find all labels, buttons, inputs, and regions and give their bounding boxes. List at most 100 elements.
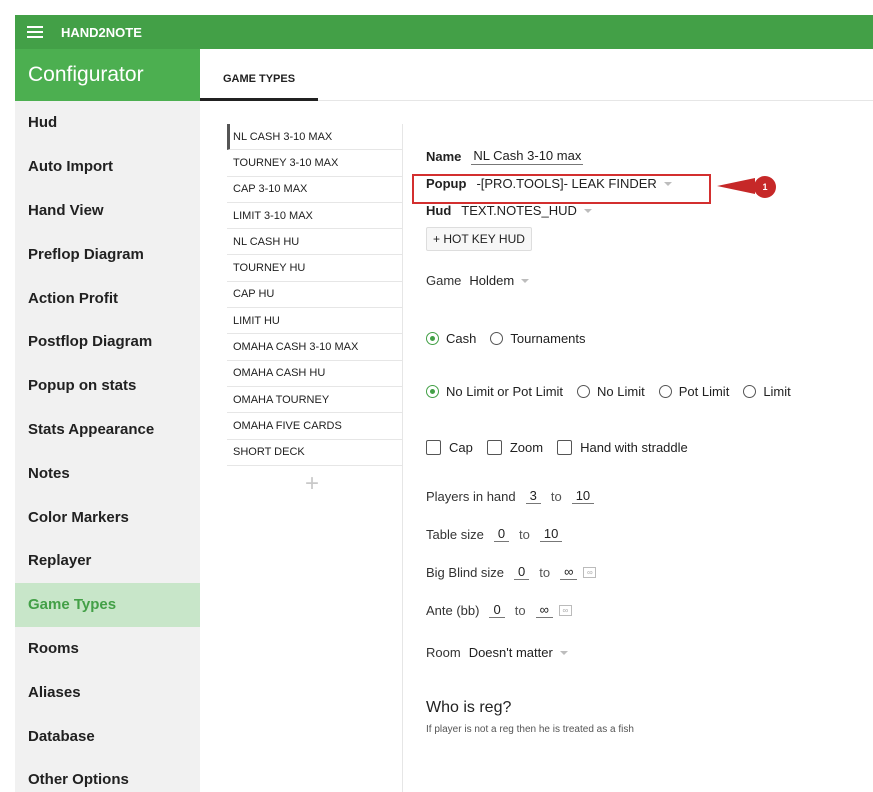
sidebar-item-database[interactable]: Database xyxy=(15,714,200,758)
zoom-checkbox[interactable] xyxy=(486,440,502,455)
popup-value: -[PRO.TOOLS]- LEAK FINDER xyxy=(476,176,657,191)
game-type-item[interactable]: NL CASH 3-10 MAX xyxy=(227,124,402,151)
ante-min-input[interactable]: 0 xyxy=(489,602,505,618)
sidebar-item-rooms[interactable]: Rooms xyxy=(15,627,200,671)
sidebar-item-replayer[interactable]: Replayer xyxy=(15,539,200,583)
game-format-radio-group: Cash Tournaments xyxy=(426,331,600,346)
players-in-hand-min-input[interactable]: 3 xyxy=(525,488,541,504)
room-value: Doesn't matter xyxy=(468,645,553,660)
sidebar-item-hud[interactable]: Hud xyxy=(15,101,200,145)
sidebar-item-auto-import[interactable]: Auto Import xyxy=(15,145,200,189)
sidebar-item-other-options[interactable]: Other Options xyxy=(15,758,200,792)
popup-label: Popup xyxy=(426,176,467,191)
cash-radio-option[interactable]: Cash xyxy=(426,331,476,346)
sidebar-item-notes[interactable]: Notes xyxy=(15,451,200,495)
name-field[interactable]: NL Cash 3-10 max xyxy=(471,148,584,165)
game-row: Game Holdem xyxy=(426,273,530,288)
popup-row: Popup -[PRO.TOOLS]- LEAK FINDER xyxy=(426,176,672,191)
cap-label: Cap xyxy=(449,440,473,455)
game-label: Game xyxy=(426,273,462,288)
sidebar-item-postflop-diagram[interactable]: Postflop Diagram xyxy=(15,320,200,364)
radio-unselected-icon[interactable] xyxy=(577,385,591,398)
game-type-item[interactable]: SHORT DECK xyxy=(227,440,402,466)
zoom-checkbox-option[interactable]: Zoom xyxy=(486,440,544,455)
game-type-item[interactable]: OMAHA CASH HU xyxy=(227,361,402,387)
sidebar-item-preflop-diagram[interactable]: Preflop Diagram xyxy=(15,232,200,276)
chevron-down-icon xyxy=(559,650,568,655)
big-blind-min-input[interactable]: 0 xyxy=(514,564,530,580)
sidebar-item-hand-view[interactable]: Hand View xyxy=(15,189,200,233)
infinity-icon[interactable]: ∞ xyxy=(583,566,597,578)
game-type-item[interactable]: TOURNEY HU xyxy=(227,255,402,282)
room-dropdown[interactable]: Doesn't matter xyxy=(469,645,568,660)
game-type-item[interactable]: OMAHA FIVE CARDS xyxy=(227,413,402,440)
zoom-label: Zoom xyxy=(509,440,544,455)
infinity-icon[interactable]: ∞ xyxy=(558,604,572,616)
ante-row: Ante (bb) 0 to ∞ ∞ xyxy=(426,602,572,618)
top-bar: HAND2NOTE xyxy=(15,15,873,49)
no-limit-label: No Limit xyxy=(597,384,645,399)
tab-game-types[interactable]: GAME TYPES xyxy=(200,60,318,101)
name-label: Name xyxy=(426,149,462,164)
radio-selected-icon[interactable] xyxy=(426,385,439,398)
ante-max-input[interactable]: ∞ xyxy=(535,602,553,618)
big-blind-max-input[interactable]: ∞ xyxy=(560,564,578,580)
table-size-row: Table size 0 to 10 xyxy=(426,526,564,542)
table-size-max-input[interactable]: 10 xyxy=(539,526,563,542)
straddle-label: Hand with straddle xyxy=(580,440,688,455)
table-size-min-input[interactable]: 0 xyxy=(493,526,510,542)
game-type-item[interactable]: LIMIT 3-10 MAX xyxy=(227,203,402,230)
game-type-item[interactable]: OMAHA TOURNEY xyxy=(227,387,402,414)
table-size-label: Table size xyxy=(426,526,484,542)
sidebar: Configurator Hud Auto Import Hand View P… xyxy=(15,49,200,792)
cap-checkbox-option[interactable]: Cap xyxy=(426,440,473,455)
who-is-reg-hint-row: If player is not a reg then he is treate… xyxy=(426,724,634,735)
hot-key-hud-button[interactable]: + HOT KEY HUD xyxy=(426,227,532,251)
radio-selected-icon[interactable] xyxy=(426,332,439,345)
sidebar-item-color-markers[interactable]: Color Markers xyxy=(15,495,200,539)
sidebar-item-aliases[interactable]: Aliases xyxy=(15,670,200,714)
add-game-type-icon[interactable]: + xyxy=(305,472,319,496)
sidebar-item-stats-appearance[interactable]: Stats Appearance xyxy=(15,408,200,452)
sidebar-item-action-profit[interactable]: Action Profit xyxy=(15,276,200,320)
main-content: GAME TYPES NL CASH 3-10 MAX TOURNEY 3-10… xyxy=(200,49,873,792)
game-type-form: Name NL Cash 3-10 max Popup -[PRO.TOOLS]… xyxy=(426,124,873,792)
limit-radio-option[interactable]: Limit xyxy=(743,384,791,399)
game-type-item[interactable]: NL CASH HU xyxy=(227,229,402,256)
chevron-down-icon xyxy=(583,208,592,213)
flags-checkbox-group: Cap Zoom Hand with straddle xyxy=(426,440,702,455)
ante-label: Ante (bb) xyxy=(426,602,480,618)
no-limit-radio-option[interactable]: No Limit xyxy=(577,384,645,399)
hud-value: TEXT.NOTES_HUD xyxy=(461,203,577,218)
who-is-reg-row: Who is reg? xyxy=(426,699,511,717)
tournaments-radio-option[interactable]: Tournaments xyxy=(490,331,586,346)
game-dropdown[interactable]: Holdem xyxy=(469,273,530,288)
popup-dropdown[interactable]: -[PRO.TOOLS]- LEAK FINDER xyxy=(476,176,672,191)
cap-checkbox[interactable] xyxy=(426,440,441,455)
game-type-item[interactable]: CAP 3-10 MAX xyxy=(227,177,402,203)
players-in-hand-max-input[interactable]: 10 xyxy=(571,488,595,504)
sidebar-item-game-types[interactable]: Game Types xyxy=(15,582,200,627)
limit-label: Limit xyxy=(763,384,791,399)
hud-dropdown[interactable]: TEXT.NOTES_HUD xyxy=(461,203,592,218)
to-label: to xyxy=(550,488,562,504)
game-type-item[interactable]: LIMIT HU xyxy=(227,308,402,335)
game-type-item[interactable]: TOURNEY 3-10 MAX xyxy=(227,150,402,177)
nl-or-pl-radio-option[interactable]: No Limit or Pot Limit xyxy=(426,384,563,399)
straddle-checkbox[interactable] xyxy=(557,440,573,455)
game-type-item[interactable]: OMAHA CASH 3-10 MAX xyxy=(227,334,402,361)
who-is-reg-hint: If player is not a reg then he is treate… xyxy=(426,724,634,735)
radio-unselected-icon[interactable] xyxy=(743,385,757,398)
radio-unselected-icon[interactable] xyxy=(490,332,504,345)
cash-label: Cash xyxy=(446,331,477,346)
hamburger-menu-icon[interactable] xyxy=(27,26,43,38)
pot-limit-radio-option[interactable]: Pot Limit xyxy=(658,384,729,399)
tab-bar: GAME TYPES xyxy=(200,49,873,101)
radio-unselected-icon[interactable] xyxy=(658,385,672,398)
straddle-checkbox-option[interactable]: Hand with straddle xyxy=(557,440,688,455)
who-is-reg-title: Who is reg? xyxy=(426,699,512,716)
sidebar-item-popup-on-stats[interactable]: Popup on stats xyxy=(15,364,200,408)
game-type-item[interactable]: CAP HU xyxy=(227,282,402,309)
to-label: to xyxy=(539,564,551,580)
game-type-list: NL CASH 3-10 MAX TOURNEY 3-10 MAX CAP 3-… xyxy=(227,124,403,792)
